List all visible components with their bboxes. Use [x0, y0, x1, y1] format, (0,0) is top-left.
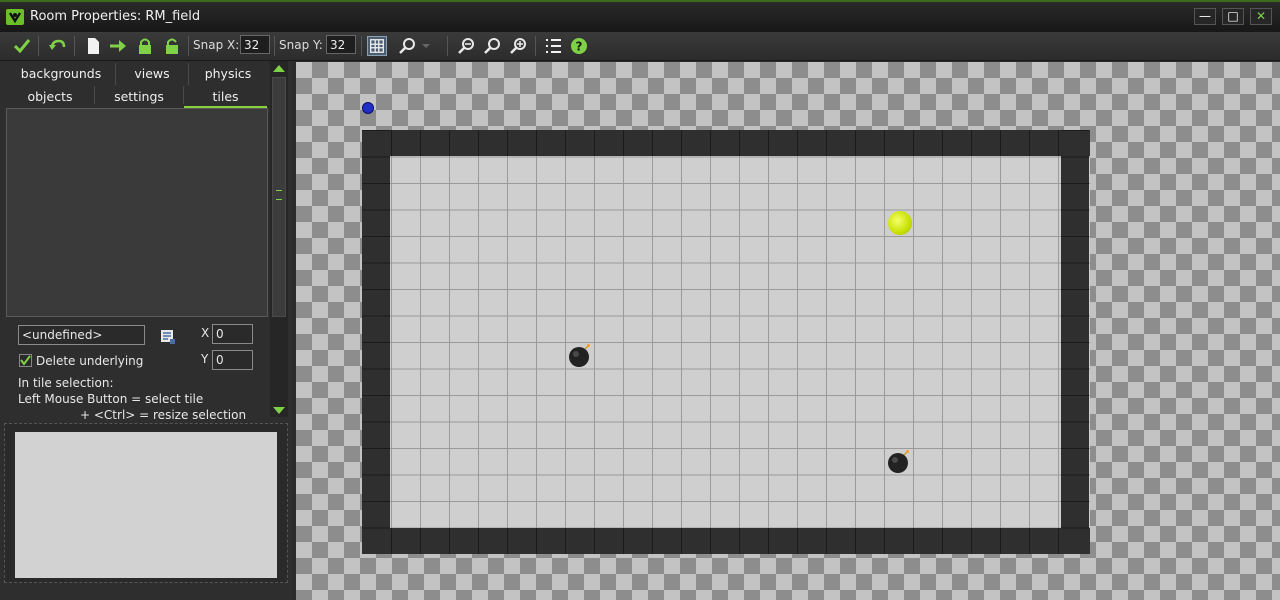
toolbar-separator — [188, 36, 189, 56]
scroll-grip — [276, 190, 282, 200]
zoom-out-button[interactable] — [456, 36, 476, 56]
yellow-ball[interactable] — [888, 211, 912, 235]
tile-preview-area[interactable] — [15, 432, 277, 578]
scroll-down-icon[interactable] — [272, 406, 286, 416]
close-button[interactable]: ✕ — [1250, 8, 1272, 25]
new-document-icon — [88, 38, 99, 54]
toolbar-separator — [535, 36, 536, 56]
unlock-instances-button[interactable] — [162, 36, 182, 56]
wall-top[interactable] — [362, 130, 1090, 156]
toolbar-separator — [74, 36, 75, 56]
delete-underlying-checkbox[interactable] — [19, 354, 32, 367]
scroll-thumb[interactable] — [272, 77, 286, 317]
help-text-clip: + <Ctrl> = resize selection — [0, 408, 268, 419]
lock-instances-button[interactable] — [135, 36, 155, 56]
select-background-button[interactable] — [160, 329, 176, 345]
tab-settings[interactable]: settings — [95, 86, 183, 108]
tab-backgrounds[interactable]: backgrounds — [6, 63, 116, 85]
bomb[interactable] — [567, 343, 593, 369]
undo-button[interactable] — [47, 36, 67, 56]
zoom-in-button[interactable] — [508, 36, 528, 56]
svg-text:?: ? — [576, 40, 583, 54]
tab-tiles[interactable]: tiles — [184, 86, 267, 108]
shift-arrow-icon — [110, 40, 126, 52]
window-title: Room Properties: RM_field — [30, 9, 201, 24]
room-field[interactable] — [362, 130, 1090, 554]
snap-y-label: Snap Y: — [279, 38, 323, 52]
grid-toggle-button[interactable] — [367, 36, 387, 56]
close-icon: ✕ — [1255, 9, 1267, 23]
delete-underlying-label[interactable]: Delete underlying — [36, 354, 143, 368]
help-text-line: + <Ctrl> = resize selection — [80, 408, 247, 419]
tab-views[interactable]: views — [116, 63, 188, 85]
room-settings-button[interactable] — [543, 36, 563, 56]
x-label: X — [201, 326, 210, 340]
snap-x-input[interactable] — [240, 35, 270, 54]
tileset-preview[interactable] — [6, 108, 268, 317]
minimize-button[interactable]: — — [1194, 8, 1216, 25]
new-room-button[interactable] — [83, 36, 103, 56]
toolbar-separator — [447, 36, 448, 56]
help-text-line: Left Mouse Button = select tile — [18, 392, 204, 406]
scroll-up-icon[interactable] — [272, 63, 286, 73]
toolbar-separator — [361, 36, 362, 56]
bomb-icon — [888, 450, 909, 473]
magnifier-dropdown-button[interactable] — [397, 36, 433, 56]
view-origin-marker[interactable] — [362, 102, 374, 114]
list-select-icon — [161, 330, 175, 344]
magnifier-dropdown-icon — [399, 38, 430, 54]
minimize-icon: — — [1199, 9, 1211, 23]
snap-x-label: Snap X: — [193, 38, 240, 52]
title-bar: Room Properties: RM_field — □ ✕ — [0, 0, 1280, 32]
undo-icon — [49, 39, 66, 50]
lock-icon — [139, 38, 151, 54]
checkmark-icon — [20, 355, 31, 366]
tile-preview-frame — [4, 423, 288, 583]
maximize-icon: □ — [1227, 9, 1239, 23]
gamemaker-logo-icon — [6, 9, 24, 25]
help-text-line: In tile selection: — [18, 376, 114, 390]
list-settings-icon — [546, 39, 561, 53]
zoom-reset-button[interactable] — [482, 36, 502, 56]
zoom-in-icon — [510, 38, 526, 54]
zoom-reset-icon — [484, 38, 500, 54]
toolbar: Snap X: Snap Y: ? — [0, 32, 1280, 61]
tab-objects[interactable]: objects — [6, 86, 94, 108]
ok-button[interactable] — [12, 36, 32, 56]
snap-y-input[interactable] — [326, 35, 356, 54]
background-select[interactable] — [18, 325, 145, 345]
y-input[interactable] — [212, 350, 253, 370]
y-label: Y — [201, 352, 209, 366]
wall-right[interactable] — [1061, 130, 1089, 554]
zoom-out-icon — [458, 38, 474, 54]
x-input[interactable] — [212, 324, 253, 344]
toolbar-separator — [274, 36, 275, 56]
maximize-button[interactable]: □ — [1222, 8, 1244, 25]
left-panel: backgrounds views physics objects settin… — [0, 61, 292, 600]
wall-bottom[interactable] — [362, 528, 1090, 554]
wall-left[interactable] — [362, 130, 390, 554]
shift-instances-button[interactable] — [108, 36, 128, 56]
ok-checkmark-icon — [13, 39, 31, 54]
bomb[interactable] — [886, 449, 912, 475]
grid-toggle-icon — [370, 39, 384, 53]
help-icon: ? — [571, 38, 587, 54]
help-button[interactable]: ? — [569, 36, 589, 56]
tab-physics[interactable]: physics — [189, 63, 267, 85]
toolbar-separator — [38, 36, 39, 56]
unlock-icon — [166, 38, 178, 54]
bomb-icon — [569, 344, 590, 367]
